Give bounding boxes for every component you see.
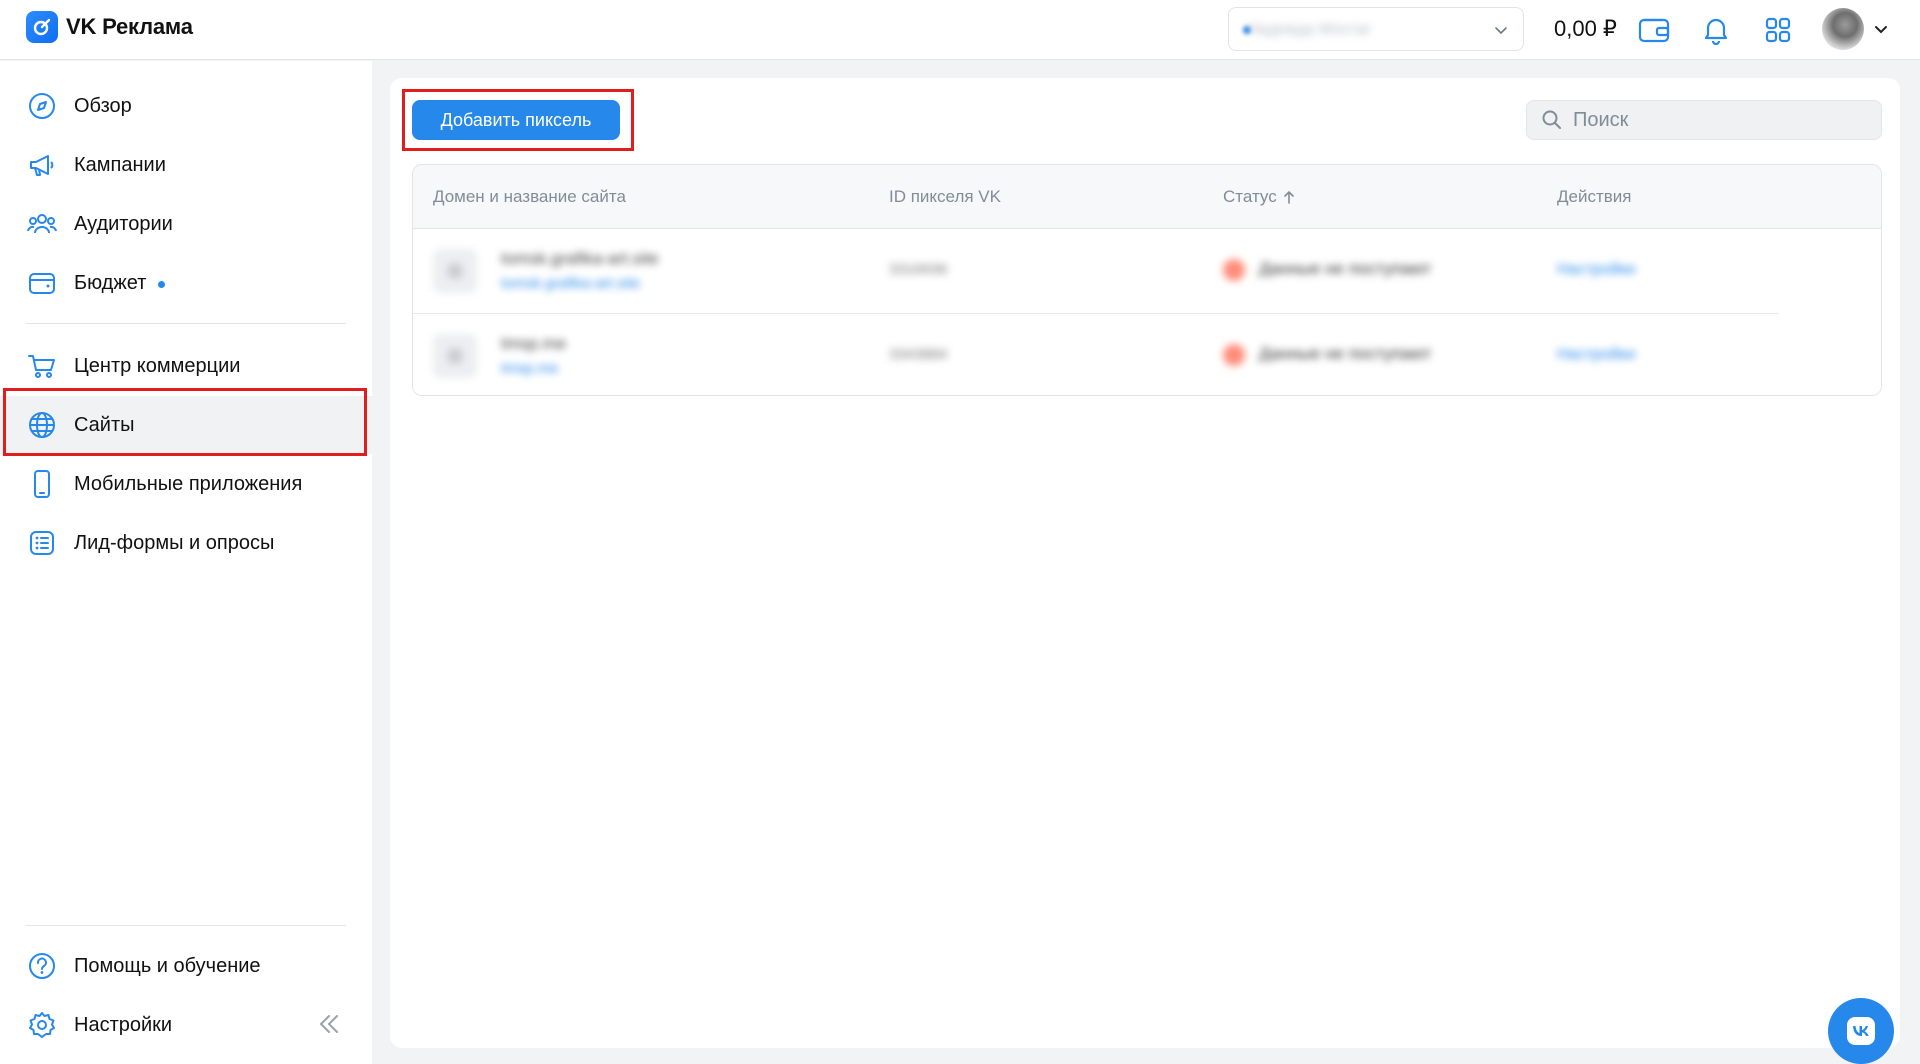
chevron-down-icon[interactable]: [1872, 20, 1890, 38]
site-link[interactable]: tmsp.me: [501, 360, 559, 377]
column-header-status[interactable]: Статус: [1223, 187, 1295, 207]
list-icon: [26, 527, 58, 559]
user-avatar[interactable]: [1822, 8, 1864, 50]
add-pixel-button[interactable]: Добавить пиксель: [412, 100, 620, 140]
sidebar-item-audiences[interactable]: Аудитории: [0, 195, 372, 253]
sidebar-item-label: Мобильные приложения: [74, 472, 303, 495]
table-row[interactable]: tmsp.me tmsp.me 3343884 Данные не поступ…: [413, 314, 1881, 395]
table-header: Домен и название сайта ID пикселя VK Ста…: [413, 165, 1881, 229]
sidebar-item-help[interactable]: Помощь и обучение: [0, 937, 372, 995]
app-logo[interactable]: VK Реклама: [26, 11, 193, 43]
pixel-id: 3343884: [889, 346, 948, 363]
wallet-icon: [1638, 18, 1670, 43]
column-header-domain[interactable]: Домен и название сайта: [433, 187, 626, 207]
cart-icon: [26, 350, 58, 382]
megaphone-icon: [26, 149, 58, 181]
search-box[interactable]: [1526, 100, 1882, 140]
sidebar-item-overview[interactable]: Обзор: [0, 77, 372, 135]
sidebar-item-mobile-apps[interactable]: Мобильные приложения: [0, 455, 372, 513]
sort-arrow-up-icon: [1283, 191, 1294, 204]
vk-support-button[interactable]: [1828, 998, 1894, 1064]
wallet-icon: [26, 267, 58, 299]
status-error-icon: [1223, 259, 1245, 281]
sidebar: Обзор Кампании Аудитории Бюджет Центр ко…: [0, 61, 372, 1064]
site-title: tmsp.me: [501, 334, 567, 353]
search-input[interactable]: [1573, 108, 1873, 132]
vk-ads-logo-icon: [26, 11, 58, 43]
site-favicon: [433, 249, 477, 293]
sidebar-item-label: Обзор: [74, 94, 132, 117]
apps-button[interactable]: [1760, 12, 1796, 48]
search-icon: [1542, 110, 1561, 129]
sidebar-item-label: Настройки: [74, 1013, 173, 1036]
balance-amount: 0,00 ₽: [1554, 16, 1617, 41]
sidebar-item-label: Кампании: [74, 153, 166, 176]
users-icon: [26, 208, 58, 240]
settings-link[interactable]: Настройки: [1557, 346, 1635, 364]
sidebar-item-label: Аудитории: [74, 212, 173, 235]
pixels-table: Домен и название сайта ID пикселя VK Ста…: [412, 164, 1882, 396]
column-header-status-label: Статус: [1223, 187, 1277, 206]
notifications-button[interactable]: [1698, 12, 1734, 48]
bell-icon: [1704, 18, 1728, 45]
chevron-down-icon: [1495, 27, 1507, 35]
status-text: Данные не поступают: [1259, 344, 1432, 363]
pixel-id: 3316936: [889, 261, 948, 278]
budget-badge: [158, 280, 166, 288]
site-link[interactable]: tomsk.grafika-art.site: [501, 275, 640, 292]
column-header-pixel-id[interactable]: ID пикселя VK: [889, 187, 1001, 207]
gear-icon: [26, 1009, 58, 1041]
help-icon: [26, 950, 58, 982]
app-title: VK Реклама: [66, 14, 193, 39]
settings-link[interactable]: Настройки: [1557, 261, 1635, 279]
top-header: VK Реклама Надежда Мостаг 0,00 ₽: [0, 0, 1920, 60]
vk-logo-icon: [1847, 1017, 1875, 1045]
sidebar-item-label: Сайты: [74, 413, 135, 436]
phone-icon: [26, 468, 58, 500]
table-row[interactable]: tomsk.grafika-art.site tomsk.grafika-art…: [413, 229, 1881, 314]
account-selector[interactable]: Надежда Мостаг: [1228, 7, 1524, 51]
status-error-icon: [1223, 344, 1245, 366]
globe-icon: [26, 409, 58, 441]
sidebar-item-label: Бюджет: [74, 271, 147, 294]
sidebar-item-commerce[interactable]: Центр коммерции: [0, 337, 372, 395]
collapse-sidebar-icon[interactable]: [316, 1011, 342, 1037]
status-text: Данные не поступают: [1259, 259, 1432, 278]
sidebar-divider: [26, 323, 346, 324]
sidebar-item-sites[interactable]: Сайты: [0, 396, 372, 454]
sidebar-item-label: Центр коммерции: [74, 354, 241, 377]
sidebar-item-campaigns[interactable]: Кампании: [0, 136, 372, 194]
sidebar-item-budget[interactable]: Бюджет: [0, 254, 372, 312]
site-favicon: [433, 334, 477, 378]
column-header-actions: Действия: [1557, 187, 1632, 206]
compass-icon: [26, 90, 58, 122]
sidebar-divider: [26, 925, 346, 926]
sidebar-item-label: Лид-формы и опросы: [74, 531, 275, 554]
sidebar-item-label: Помощь и обучение: [74, 954, 261, 977]
account-name: Надежда Мостаг: [1247, 21, 1372, 38]
site-title: tomsk.grafika-art.site: [501, 249, 659, 268]
grid-icon: [1765, 17, 1791, 43]
sidebar-item-lead-forms[interactable]: Лид-формы и опросы: [0, 514, 372, 572]
wallet-button[interactable]: [1636, 12, 1672, 48]
